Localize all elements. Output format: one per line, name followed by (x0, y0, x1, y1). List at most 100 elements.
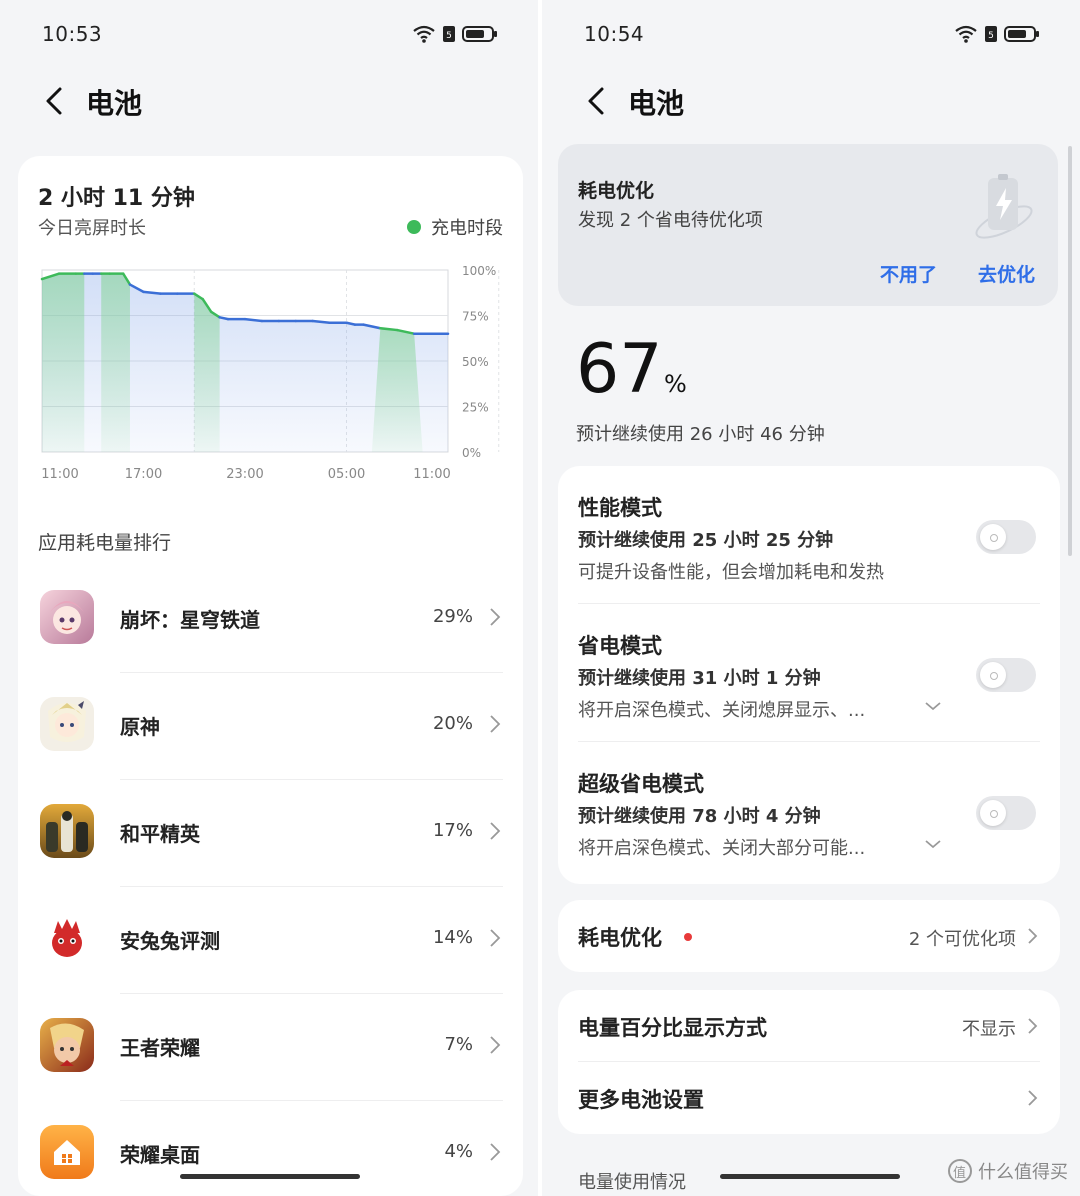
dismiss-button[interactable]: 不用了 (880, 260, 937, 287)
y-tick-label: 75% (462, 310, 489, 324)
peacekeeper-elite-icon (40, 804, 94, 858)
y-tick-label: 25% (462, 401, 489, 415)
page-header: 电池 (0, 78, 538, 126)
honor-of-kings-icon (40, 1018, 94, 1072)
mode-estimate: 预计继续使用 78 小时 4 分钟 (578, 806, 821, 827)
charging-period-band (194, 293, 220, 452)
chevron-right-icon (490, 608, 501, 626)
charging-period-band (371, 328, 423, 452)
chevron-right-icon (490, 715, 501, 733)
chevron-down-icon[interactable] (924, 838, 942, 850)
battery-line-segment (218, 316, 230, 321)
setting-title: 更多电池设置 (578, 1088, 704, 1112)
app-name: 和平精英 (120, 822, 200, 846)
watermark-logo-icon (948, 1159, 972, 1183)
mode-super-power-saving: 超级省电模式 预计继续使用 78 小时 4 分钟 将开启深色模式、关闭大部分可能… (558, 742, 1060, 880)
watermark-text: 什么值得买 (978, 1162, 1068, 1183)
y-tick-label: 50% (462, 355, 489, 369)
charging-period-band (42, 273, 85, 452)
chevron-right-icon (490, 822, 501, 840)
app-row-honkai-star-rail[interactable]: 崩坏：星穹铁道 29% (18, 566, 523, 673)
charging-period-band (101, 273, 130, 452)
screen-time-value: 2 小时 11 分钟 (38, 186, 195, 211)
genshin-impact-icon (40, 697, 94, 751)
y-tick-label: 0% (462, 446, 481, 460)
honor-launcher-icon (40, 1125, 94, 1179)
x-tick-label: 11:00 (41, 467, 78, 482)
app-percent: 14% (432, 927, 473, 948)
chevron-right-icon (1028, 1090, 1038, 1106)
battery-icon (1004, 26, 1039, 42)
chevron-right-icon (1028, 928, 1038, 944)
battery-percent-value: 67 (576, 330, 663, 409)
watermark: 什么值得买 (948, 1158, 1068, 1184)
usage-section-title: 电量使用情况 (578, 1172, 686, 1193)
scrollbar[interactable] (1068, 146, 1072, 556)
home-indicator[interactable] (180, 1174, 360, 1179)
mode-title: 超级省电模式 (578, 772, 704, 796)
battery-estimate: 预计继续使用 26 小时 46 分钟 (576, 424, 825, 445)
setting-title: 电量百分比显示方式 (578, 1016, 767, 1040)
optimization-banner-title: 耗电优化 (578, 180, 655, 202)
app-name: 荣耀桌面 (120, 1143, 200, 1167)
super-power-saving-mode-toggle[interactable] (976, 796, 1036, 830)
power-optimization-row[interactable]: 耗电优化 2 个可优化项 (558, 900, 1060, 972)
mode-title: 省电模式 (578, 634, 662, 658)
app-percent: 7% (444, 1034, 473, 1055)
svg-text:5: 5 (446, 31, 452, 41)
app-row-genshin-impact[interactable]: 原神 20% (18, 673, 523, 780)
page-header: 电池 (542, 78, 1080, 126)
charging-legend-dot (407, 220, 421, 234)
status-time: 10:54 (584, 22, 645, 46)
mode-title: 性能模式 (578, 496, 662, 520)
app-name: 安兔兔评测 (120, 929, 220, 953)
battery-icon (462, 26, 497, 42)
back-arrow-icon[interactable] (582, 84, 612, 118)
x-tick-label: 05:00 (328, 467, 365, 482)
optimization-banner: 耗电优化 发现 2 个省电待优化项 不用了 去优化 (558, 144, 1058, 306)
chevron-right-icon (490, 1036, 501, 1054)
screen-time-label: 今日亮屏时长 (38, 218, 146, 239)
svg-text:5: 5 (988, 31, 994, 41)
battery-charging-illustration-icon (975, 174, 1033, 239)
charging-legend: 充电时段 (407, 214, 503, 240)
back-arrow-icon[interactable] (40, 84, 70, 118)
battery-usage-card: 2 小时 11 分钟 今日亮屏时长 充电时段 100% 75% 50% 25% 0% 11… (18, 156, 523, 1196)
power-modes-card: 性能模式 预计继续使用 25 小时 25 分钟 可提升设备性能，但会增加耗电和发… (558, 466, 1060, 884)
app-ranking-title: 应用耗电量排行 (38, 532, 172, 554)
wifi-icon (955, 25, 977, 43)
battery-line-segment (345, 321, 357, 326)
mode-performance: 性能模式 预计继续使用 25 小时 25 分钟 可提升设备性能，但会增加耗电和发… (558, 466, 1060, 604)
status-bar: 10:54 5 (542, 22, 1080, 52)
app-row-honor-of-kings[interactable]: 王者荣耀 7% (18, 994, 523, 1101)
optimize-button[interactable]: 去优化 (978, 260, 1035, 287)
x-tick-label: 17:00 (125, 467, 162, 482)
app-row-antutu[interactable]: 安兔兔评测 14% (18, 887, 523, 994)
more-battery-settings-row[interactable]: 更多电池设置 (558, 1062, 1060, 1134)
battery-percent-unit: % (664, 370, 687, 398)
y-tick-label: 100% (462, 264, 496, 278)
charging-legend-label: 充电时段 (431, 218, 503, 239)
right-phone-screen: 10:54 5 电池 耗电优化 发现 2 个省电待优化项 不用了 去优化 67 … (542, 0, 1080, 1196)
home-indicator[interactable] (720, 1174, 900, 1179)
mode-description: 可提升设备性能，但会增加耗电和发热 (578, 562, 884, 583)
percentage-display-row[interactable]: 电量百分比显示方式 不显示 (558, 990, 1060, 1062)
app-row-honor-launcher[interactable]: 荣耀桌面 4% (18, 1101, 523, 1196)
mode-estimate: 预计继续使用 31 小时 1 分钟 (578, 668, 821, 689)
power-optimization-title: 耗电优化 (578, 926, 662, 950)
app-percent: 29% (432, 606, 473, 627)
chevron-right-icon (490, 1143, 501, 1161)
battery-settings-card: 电量百分比显示方式 不显示 更多电池设置 (558, 990, 1060, 1134)
mode-description: 将开启深色模式、关闭大部分可能... (578, 838, 866, 859)
status-time: 10:53 (42, 22, 103, 46)
app-percent: 17% (432, 820, 473, 841)
chevron-down-icon[interactable] (924, 700, 942, 712)
app-row-peacekeeper-elite[interactable]: 和平精英 17% (18, 780, 523, 887)
app-percent: 20% (432, 713, 473, 734)
performance-mode-toggle[interactable] (976, 520, 1036, 554)
battery-level-chart[interactable]: 100% 75% 50% 25% 0% 11:00 17:00 23:00 05:00 11:00 (18, 256, 523, 496)
honkai-star-rail-icon (40, 590, 94, 644)
app-name: 王者荣耀 (120, 1036, 200, 1060)
mode-description: 将开启深色模式、关闭熄屏显示、... (578, 700, 866, 721)
power-saving-mode-toggle[interactable] (976, 658, 1036, 692)
